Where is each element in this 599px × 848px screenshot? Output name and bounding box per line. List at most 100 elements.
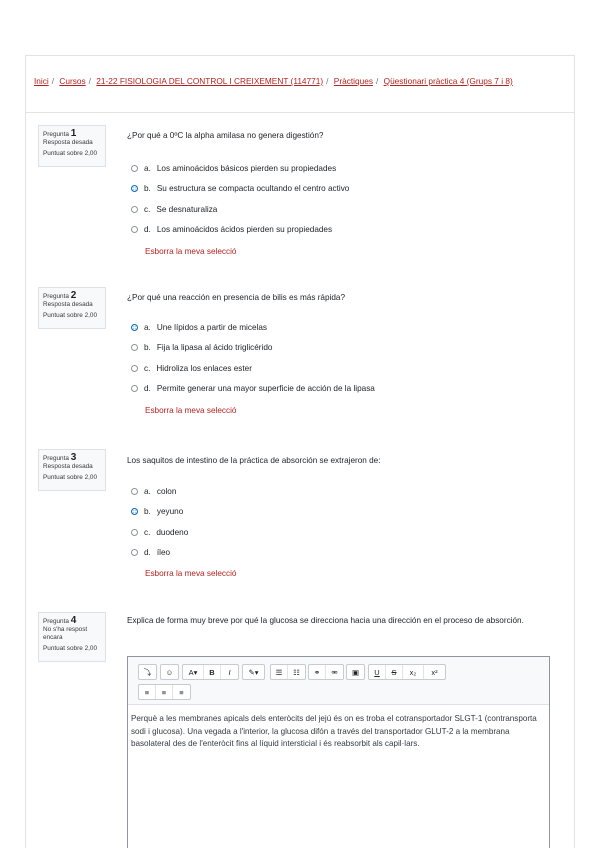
question-label: Pregunta xyxy=(43,455,69,462)
option-text: Fija la lipasa al ácido triglicérido xyxy=(156,343,273,353)
option-c[interactable]: c. Hidroliza los enlaces ester xyxy=(131,358,375,379)
option-letter: c. xyxy=(144,527,151,537)
radio-button[interactable] xyxy=(131,549,138,557)
radio-button[interactable] xyxy=(131,364,138,372)
radio-button[interactable] xyxy=(131,226,138,234)
question-number: 1 xyxy=(70,128,77,139)
question-3-info: Pregunta 3 Resposta desada Puntuat sobre… xyxy=(38,449,106,491)
numbered-list-icon[interactable]: ☷ xyxy=(288,665,305,679)
question-label: Pregunta xyxy=(43,131,69,138)
option-a[interactable]: a. Los aminoácidos básicos pierden su pro… xyxy=(131,158,349,179)
option-a[interactable]: a. Une lípidos a partir de micelas xyxy=(131,317,375,338)
option-letter: d. xyxy=(144,548,151,558)
radio-selected[interactable] xyxy=(131,185,138,193)
radio-button[interactable] xyxy=(131,528,138,536)
align-center-icon[interactable]: ≡ xyxy=(156,685,173,699)
radio-selected[interactable] xyxy=(131,323,138,331)
option-letter: b. xyxy=(144,507,151,517)
option-b[interactable]: b. yeyuno xyxy=(131,502,188,523)
option-letter: b. xyxy=(144,343,151,353)
bullet-list-icon[interactable]: ☰ xyxy=(271,665,288,679)
option-c[interactable]: c. duodeno xyxy=(131,522,188,543)
toolbar-group: ⤵ xyxy=(138,664,157,680)
toolbar-group: ≡ ≡ ≡ xyxy=(138,684,191,700)
question-status: Resposta desada xyxy=(43,463,93,470)
breadcrumb-courses-link[interactable]: Cursos xyxy=(59,76,85,86)
underline-icon[interactable]: U xyxy=(369,665,386,679)
breadcrumb-section-link[interactable]: Pràctiques xyxy=(334,76,373,86)
option-b[interactable]: b. Fija la lipasa al ácido triglicérido xyxy=(131,338,375,359)
question-2-clear-selection-link[interactable]: Esborra la meva selecció xyxy=(145,406,236,415)
strikethrough-icon[interactable]: S xyxy=(386,665,403,679)
breadcrumb-separator: / xyxy=(51,76,55,86)
breadcrumb-quiz-link[interactable]: Qüestionari pràctica 4 (Grups 7 i 8) xyxy=(384,76,513,86)
question-number: 3 xyxy=(70,452,77,463)
question-3-options: a. colon b. yeyuno c. duodeno d. íleo xyxy=(131,481,188,563)
radio-button[interactable] xyxy=(131,164,138,172)
question-grade: Puntuat sobre 2,00 xyxy=(43,645,98,652)
option-c[interactable]: c. Se desnaturaliza xyxy=(131,199,349,220)
bold-icon[interactable]: B xyxy=(204,665,221,679)
question-1-clear-selection-link[interactable]: Esborra la meva selecció xyxy=(145,247,236,256)
radio-button[interactable] xyxy=(131,385,138,393)
radio-button[interactable] xyxy=(131,487,138,495)
question-grade: Puntuat sobre 2,00 xyxy=(43,474,98,481)
option-d[interactable]: d. íleo xyxy=(131,543,188,564)
toolbar-group: A▾ B I xyxy=(182,664,239,680)
option-text: yeyuno xyxy=(156,507,184,517)
radio-selected[interactable] xyxy=(131,508,138,516)
option-a[interactable]: a. colon xyxy=(131,481,188,502)
font-color-icon[interactable]: A▾ xyxy=(183,665,204,679)
unlink-icon[interactable]: ⚮ xyxy=(326,665,343,679)
divider xyxy=(25,112,575,113)
emoticon-icon[interactable]: ☺ xyxy=(161,665,178,679)
brush-icon[interactable]: ✎▾ xyxy=(243,665,264,679)
collapse-icon[interactable]: ⤵ xyxy=(139,665,156,679)
option-letter: d. xyxy=(144,225,151,235)
question-label: Pregunta xyxy=(43,293,69,300)
breadcrumb-separator: / xyxy=(326,76,329,86)
superscript-icon[interactable]: x² xyxy=(424,665,445,679)
option-text: Se desnaturaliza xyxy=(156,204,218,214)
italic-icon[interactable]: I xyxy=(221,665,238,679)
question-3-clear-selection-link[interactable]: Esborra la meva selecció xyxy=(145,569,236,578)
image-icon[interactable]: ▣ xyxy=(347,665,364,679)
question-2-text: ¿Por qué una reacción en presencia de bi… xyxy=(127,293,346,302)
option-text: duodeno xyxy=(156,527,189,537)
option-text: colon xyxy=(156,486,177,496)
breadcrumb-home-link[interactable]: Inici xyxy=(34,76,49,86)
align-left-icon[interactable]: ≡ xyxy=(139,685,156,699)
option-letter: a. xyxy=(144,322,151,332)
question-1-text: ¿Por qué a 0ºC la alpha amilasa no gener… xyxy=(127,131,324,140)
editor-toolbar: ⤵ ☺ A▾ B I ✎▾ ☰ ☷ ⚭ ⚮ ▣ U Sx₂ x² ≡ ≡ ≡ xyxy=(128,657,549,705)
radio-button[interactable] xyxy=(131,344,138,352)
subscript-icon[interactable]: x₂ xyxy=(403,665,424,679)
option-letter: a. xyxy=(144,163,151,173)
question-status: Resposta desada xyxy=(43,301,93,308)
option-d[interactable]: d. Permite generar una mayor superficie d… xyxy=(131,379,375,400)
option-text: Une lípidos a partir de micelas xyxy=(156,322,267,332)
toolbar-group: ✎▾ xyxy=(242,664,265,680)
breadcrumb-separator: / xyxy=(375,76,379,86)
toolbar-group: ☺ xyxy=(160,664,179,680)
breadcrumb-course-link[interactable]: 21-22 FISIOLOGIA DEL CONTROL I CREIXEMEN… xyxy=(96,76,323,86)
question-number: 2 xyxy=(70,290,77,301)
question-2-info: Pregunta 2 Resposta desada Puntuat sobre… xyxy=(38,287,106,329)
toolbar-group: ☰ ☷ xyxy=(270,664,306,680)
question-1-options: a. Los aminoácidos básicos pierden su pro… xyxy=(131,158,349,240)
toolbar-group: U Sx₂ x² xyxy=(368,664,446,680)
radio-button[interactable] xyxy=(131,205,138,213)
toolbar-group: ⚭ ⚮ xyxy=(308,664,344,680)
question-status: Resposta desada xyxy=(43,139,93,146)
answer-editor: ⤵ ☺ A▾ B I ✎▾ ☰ ☷ ⚭ ⚮ ▣ U Sx₂ x² ≡ ≡ ≡ Perquè a les mem… xyxy=(127,656,550,848)
answer-textarea[interactable]: Perquè a les membranes apicals dels ente… xyxy=(131,713,541,751)
link-icon[interactable]: ⚭ xyxy=(309,665,326,679)
question-2-options: a. Une lípidos a partir de micelas b. Fija … xyxy=(131,317,375,399)
option-letter: a. xyxy=(144,486,151,496)
option-text: Hidroliza los enlaces ester xyxy=(156,363,252,373)
breadcrumb: Inici / Cursos/ 21-22 FISIOLOGIA DEL CONT… xyxy=(34,76,569,86)
align-right-icon[interactable]: ≡ xyxy=(173,685,190,699)
question-number: 4 xyxy=(70,615,77,626)
option-d[interactable]: d. Los aminoácidos ácidos pierden su prop… xyxy=(131,220,349,241)
option-b[interactable]: b. Su estructura se compacta ocultando el… xyxy=(131,179,349,200)
